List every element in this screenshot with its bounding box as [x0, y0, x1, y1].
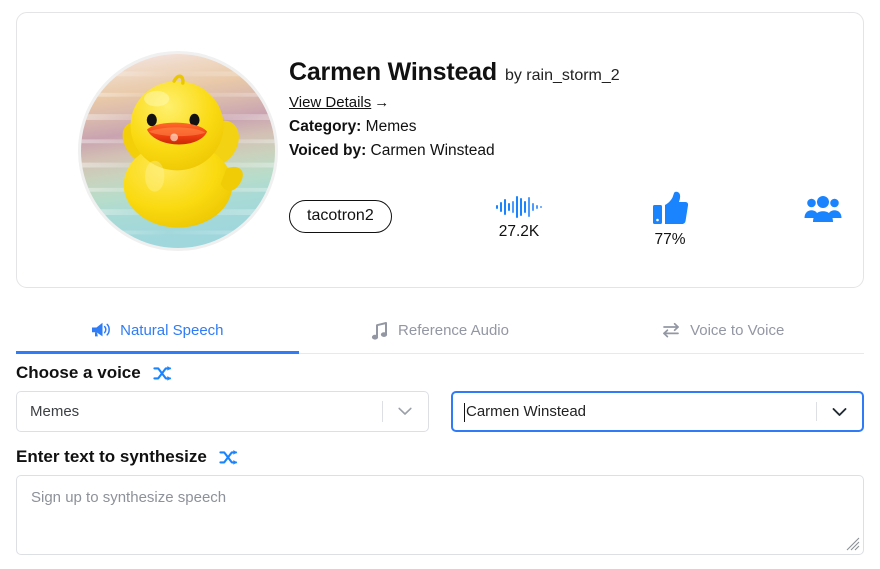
chevron-down-icon[interactable]	[381, 392, 428, 431]
likes-stat: 77%	[651, 191, 689, 249]
voiced-by-label: Voiced by:	[289, 141, 367, 159]
text-cursor	[463, 403, 465, 422]
category-row: Category: Memes	[289, 118, 843, 136]
enter-text-label: Enter text to synthesize	[16, 447, 207, 466]
category-value: Memes	[365, 117, 417, 135]
avatar-image	[77, 51, 278, 251]
tab-reference-audio[interactable]: Reference Audio	[299, 307, 582, 353]
voice-selectors: Memes Carmen Winstead	[16, 391, 864, 432]
rubber-duck-avatar-icon	[80, 54, 275, 248]
synthesis-form: Choose a voice Memes Carmen Winstead Ent…	[16, 363, 864, 555]
plays-stat: 27.2K	[496, 195, 542, 241]
voice-stats: tacotron2 27.2K 77%	[289, 191, 842, 255]
voice-page: Carmen Winstead by rain_storm_2 View Det…	[0, 0, 880, 569]
enter-text-label-row: Enter text to synthesize	[16, 447, 864, 467]
megaphone-icon	[91, 321, 111, 339]
chevron-down-icon[interactable]	[816, 393, 862, 430]
users-stat	[804, 195, 842, 223]
synthesis-textarea[interactable]: Sign up to synthesize speech	[16, 475, 864, 555]
swap-arrows-icon	[661, 321, 681, 339]
people-group-icon	[804, 195, 842, 223]
mode-tabs: Natural Speech Reference Audio Voice to …	[16, 307, 864, 354]
voice-info: Carmen Winstead by rain_storm_2 View Det…	[289, 58, 843, 160]
waveform-icon	[496, 195, 542, 219]
tab-label: Natural Speech	[120, 321, 224, 339]
author-byline: by rain_storm_2	[504, 67, 620, 84]
choose-voice-label-row: Choose a voice	[16, 363, 864, 383]
view-details-link[interactable]: View Details →	[289, 94, 389, 111]
voiced-by-value: Carmen Winstead	[370, 141, 495, 159]
thumbs-up-icon	[651, 191, 689, 227]
page-title: Carmen Winstead	[289, 58, 497, 86]
shuffle-text-icon[interactable]	[219, 449, 238, 466]
arrow-right-icon: →	[374, 93, 390, 111]
category-select-value: Memes	[30, 403, 80, 420]
category-select[interactable]: Memes	[16, 391, 429, 432]
resize-handle[interactable]	[846, 537, 860, 551]
plays-count: 27.2K	[498, 223, 540, 240]
music-note-icon	[371, 321, 389, 340]
textarea-placeholder: Sign up to synthesize speech	[31, 489, 227, 506]
tab-label: Reference Audio	[398, 321, 509, 339]
choose-voice-label: Choose a voice	[16, 363, 141, 382]
tab-natural-speech[interactable]: Natural Speech	[16, 307, 299, 354]
tab-label: Voice to Voice	[690, 321, 785, 339]
avatar	[63, 51, 292, 251]
voice-select-value: Carmen Winstead	[465, 403, 587, 420]
likes-percent: 77%	[654, 231, 686, 248]
voice-profile-card: Carmen Winstead by rain_storm_2 View Det…	[16, 12, 864, 288]
view-details-label: View Details	[289, 93, 372, 111]
category-label: Category:	[289, 117, 362, 135]
voiced-by-row: Voiced by: Carmen Winstead	[289, 142, 843, 160]
tab-voice-to-voice[interactable]: Voice to Voice	[581, 307, 864, 353]
shuffle-voice-icon[interactable]	[153, 365, 172, 382]
voice-select[interactable]: Carmen Winstead	[450, 391, 864, 432]
voice-title-row: Carmen Winstead by rain_storm_2	[289, 58, 843, 87]
model-badge[interactable]: tacotron2	[289, 200, 392, 233]
